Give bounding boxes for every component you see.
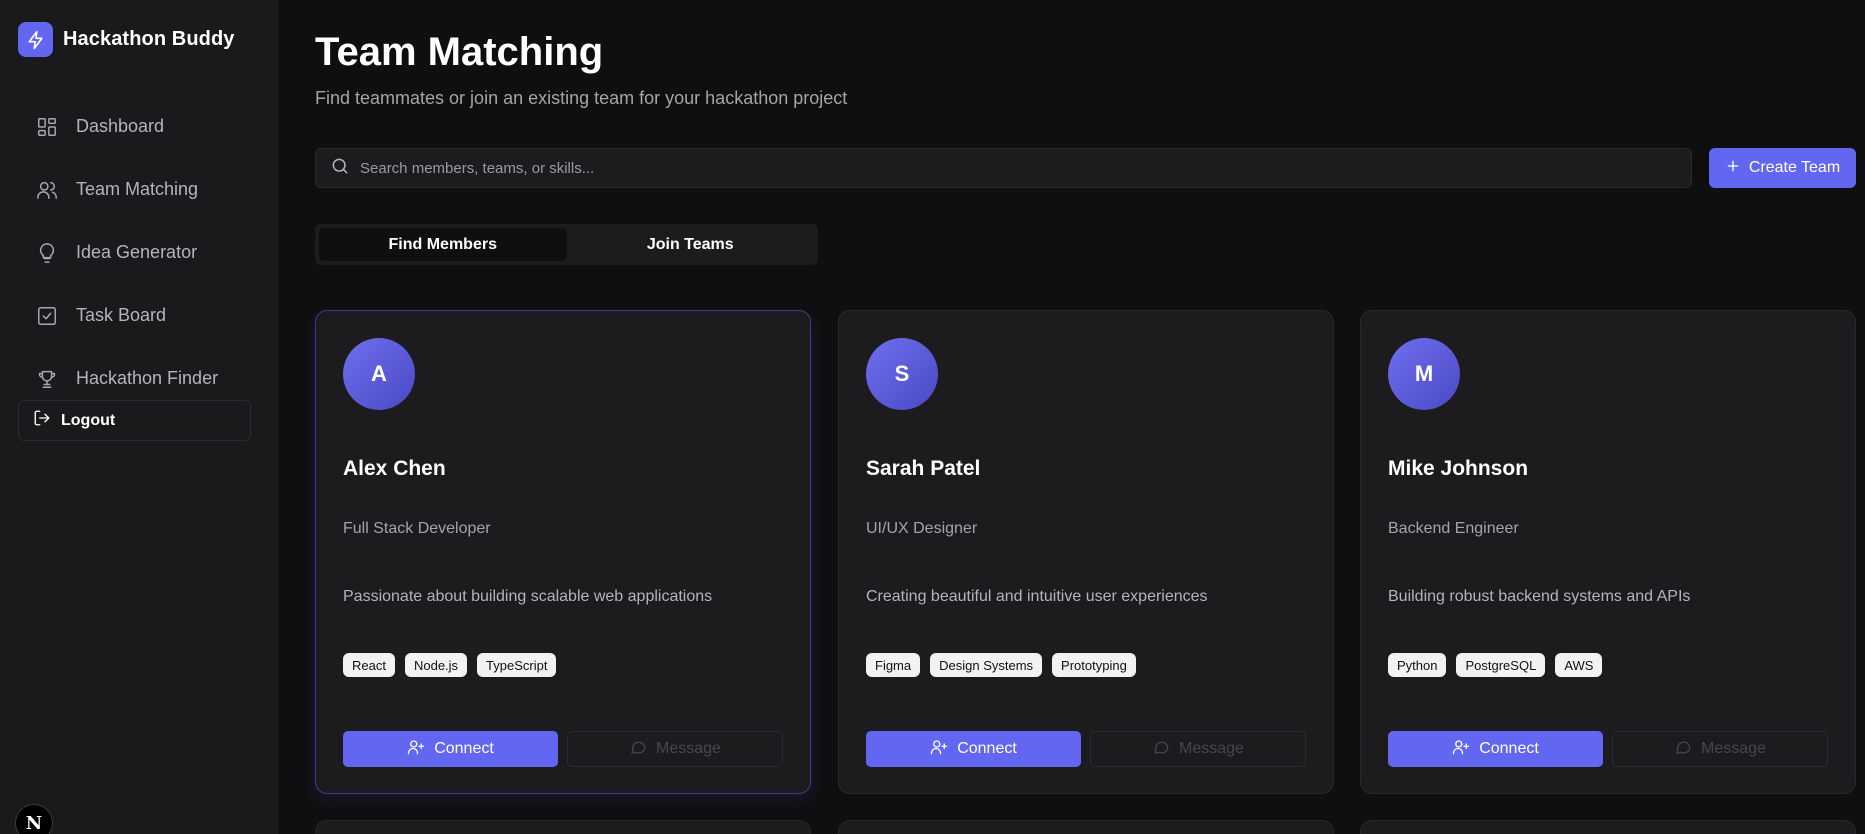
member-role: UI/UX Designer [866, 520, 978, 537]
skill-tag: Figma [866, 653, 921, 677]
sidebar-item-label: Dashboard [76, 116, 165, 136]
member-card: A Alex Chen Full Stack Developer Passion… [315, 310, 811, 794]
member-name: Alex Chen [343, 457, 446, 480]
create-team-label: Create Team [1748, 159, 1841, 176]
member-card [315, 820, 811, 834]
message-label: Message [656, 740, 721, 757]
sidebar-item-team-matching[interactable]: Team Matching [18, 158, 251, 221]
user-plus-icon [1452, 738, 1470, 761]
skill-tag: Python [1388, 653, 1447, 677]
skill-tag: Design Systems [930, 653, 1043, 677]
page-subtitle: Find teammates or join an existing team … [315, 88, 848, 108]
layout-grid-icon [36, 116, 58, 138]
skill-tag: AWS [1555, 653, 1603, 677]
member-card [838, 820, 1334, 834]
message-circle-icon [1152, 738, 1170, 761]
skill-tag: React [343, 653, 395, 677]
message-circle-icon [629, 738, 647, 761]
avatar: A [343, 338, 415, 410]
logout-label: Logout [61, 411, 116, 429]
users-icon [36, 179, 58, 201]
skill-list: Python PostgreSQL AWS [1388, 653, 1603, 677]
skill-tag: Node.js [404, 653, 468, 677]
member-role: Backend Engineer [1388, 520, 1519, 537]
member-bio: Passionate about building scalable web a… [343, 588, 713, 605]
search-bar[interactable] [315, 148, 1692, 188]
sidebar-item-label: Task Board [76, 305, 167, 325]
sidebar: Hackathon Buddy Dashboard Team Matching … [0, 0, 279, 834]
checkbox-icon [36, 305, 58, 327]
skill-tag: PostgreSQL [1456, 653, 1546, 677]
trophy-icon [36, 368, 58, 390]
sidebar-item-task-board[interactable]: Task Board [18, 284, 251, 347]
member-card: M Mike Johnson Backend Engineer Building… [1360, 310, 1856, 794]
connect-button[interactable]: Connect [343, 731, 558, 767]
lightbulb-icon [36, 242, 58, 264]
message-circle-icon [1674, 738, 1692, 761]
message-button[interactable]: Message [567, 731, 783, 767]
member-name: Mike Johnson [1388, 457, 1529, 480]
sidebar-item-label: Hackathon Finder [76, 368, 219, 388]
member-name: Sarah Patel [866, 457, 981, 480]
lightning-bolt-icon [18, 22, 53, 57]
sidebar-item-label: Idea Generator [76, 242, 198, 262]
message-label: Message [1701, 740, 1766, 757]
logout-icon [33, 409, 51, 432]
member-card: S Sarah Patel UI/UX Designer Creating be… [838, 310, 1334, 794]
skill-list: React Node.js TypeScript [343, 653, 557, 677]
sidebar-item-idea-generator[interactable]: Idea Generator [18, 221, 251, 284]
member-card [1360, 820, 1856, 834]
main-content: Team Matching Find teammates or join an … [279, 0, 1865, 834]
sidebar-nav: Dashboard Team Matching Idea Generator T… [18, 95, 251, 410]
search-input[interactable] [360, 159, 1691, 177]
connect-button[interactable]: Connect [866, 731, 1081, 767]
brand[interactable]: Hackathon Buddy [18, 22, 235, 57]
connect-button[interactable]: Connect [1388, 731, 1603, 767]
tab-bar: Find Members Join Teams [315, 224, 818, 265]
skill-tag: TypeScript [477, 653, 557, 677]
connect-label: Connect [1479, 740, 1539, 757]
create-team-button[interactable]: Create Team [1709, 148, 1856, 188]
dev-badge[interactable]: N [15, 804, 53, 834]
user-plus-icon [407, 738, 425, 761]
tab-join-teams[interactable]: Join Teams [567, 228, 815, 261]
member-bio: Creating beautiful and intuitive user ex… [866, 588, 1208, 605]
user-plus-icon [930, 738, 948, 761]
message-button[interactable]: Message [1612, 731, 1828, 767]
avatar: M [1388, 338, 1460, 410]
page-title: Team Matching [315, 30, 604, 74]
tab-find-members[interactable]: Find Members [319, 228, 567, 261]
connect-label: Connect [957, 740, 1017, 757]
message-button[interactable]: Message [1090, 731, 1306, 767]
logout-button[interactable]: Logout [18, 400, 251, 441]
member-role: Full Stack Developer [343, 520, 491, 537]
plus-icon [1725, 158, 1741, 179]
app-name: Hackathon Buddy [63, 28, 235, 50]
avatar: S [866, 338, 938, 410]
sidebar-item-dashboard[interactable]: Dashboard [18, 95, 251, 158]
skill-list: Figma Design Systems Prototyping [866, 653, 1136, 677]
member-bio: Building robust backend systems and APIs [1388, 588, 1691, 605]
skill-tag: Prototyping [1052, 653, 1136, 677]
message-label: Message [1179, 740, 1244, 757]
connect-label: Connect [434, 740, 494, 757]
search-icon [330, 156, 350, 181]
sidebar-item-label: Team Matching [76, 179, 199, 199]
